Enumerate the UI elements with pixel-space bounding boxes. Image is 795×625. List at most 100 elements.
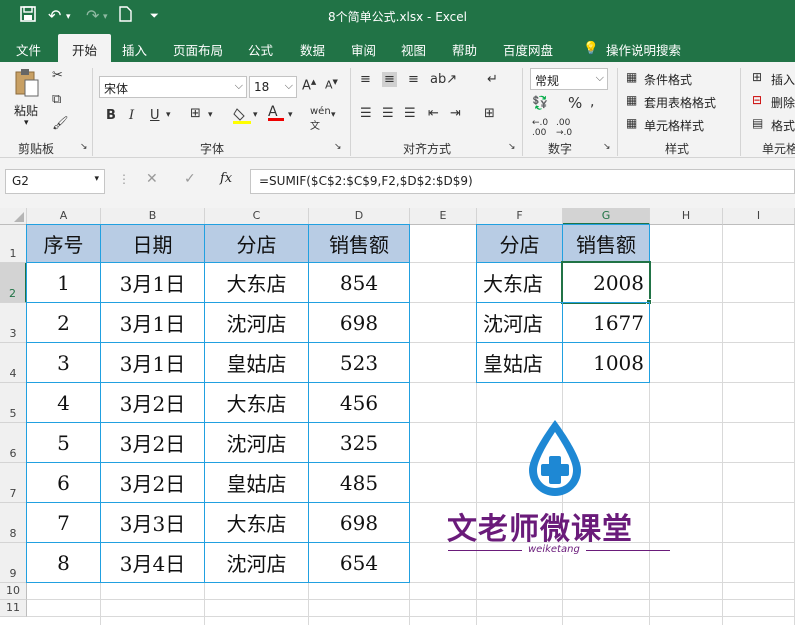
table1-data-cell[interactable]: 大东店 (204, 382, 309, 423)
formula-input[interactable]: =SUMIF($C$2:$C$9,F2,$D$2:$D$9) (250, 169, 795, 194)
tab-file[interactable]: 文件 (16, 40, 41, 59)
column-header-e[interactable]: E (410, 208, 477, 225)
table1-header-cell[interactable]: 销售额 (308, 224, 410, 263)
tab-help[interactable]: 帮助 (452, 40, 477, 59)
table1-data-cell[interactable]: 654 (308, 542, 410, 583)
table1-data-cell[interactable]: 7 (26, 502, 101, 543)
table2-data-cell[interactable]: 皇姑店 (476, 342, 563, 383)
border-icon[interactable]: ⊞ (190, 106, 201, 121)
table1-data-cell[interactable]: 456 (308, 382, 410, 423)
number-launcher-icon[interactable]: ↘ (603, 142, 611, 152)
cell-styles-button[interactable]: 单元格样式 (644, 117, 704, 134)
tab-view[interactable]: 视图 (401, 40, 426, 59)
align-center-icon[interactable]: ☰ (382, 106, 394, 121)
tab-formulas[interactable]: 公式 (248, 40, 273, 59)
bold-button[interactable]: B (106, 108, 116, 123)
table1-data-cell[interactable]: 4 (26, 382, 101, 423)
underline-button[interactable]: U (150, 108, 160, 123)
conditional-format-button[interactable]: 条件格式 (644, 71, 692, 88)
font-name-select[interactable]: 宋体 ⌵ (99, 76, 247, 98)
phonetic-guide-icon[interactable]: wén 文 (310, 106, 331, 132)
table1-data-cell[interactable]: 485 (308, 462, 410, 503)
table1-data-cell[interactable]: 698 (308, 302, 410, 343)
table2-data-cell[interactable]: 沈河店 (476, 302, 563, 343)
table1-data-cell[interactable]: 沈河店 (204, 422, 309, 463)
table1-data-cell[interactable]: 3月2日 (100, 422, 205, 463)
cancel-icon[interactable]: ✕ (146, 171, 158, 187)
table1-data-cell[interactable]: 2 (26, 302, 101, 343)
table1-data-cell[interactable]: 3月1日 (100, 342, 205, 383)
font-color-dropdown-icon[interactable]: ▾ (288, 110, 293, 120)
font-size-select[interactable]: 18 ⌵ (249, 76, 297, 98)
paste-dropdown-icon[interactable]: ▾ (24, 118, 29, 128)
table1-data-cell[interactable]: 皇姑店 (204, 342, 309, 383)
font-launcher-icon[interactable]: ↘ (334, 142, 342, 152)
table2-data-cell[interactable]: 大东店 (476, 262, 563, 303)
tab-page-layout[interactable]: 页面布局 (173, 40, 223, 59)
table1-data-cell[interactable]: 854 (308, 262, 410, 303)
row-header-5[interactable]: 5 (0, 383, 27, 423)
table1-data-cell[interactable]: 698 (308, 502, 410, 543)
increase-indent-icon[interactable]: ⇥ (450, 106, 461, 121)
column-header-c[interactable]: C (205, 208, 309, 225)
format-cells-icon[interactable]: ▤ (752, 116, 763, 130)
paste-icon[interactable] (14, 68, 40, 101)
format-cells-button[interactable]: 格式 (771, 117, 795, 134)
selected-cell-g2[interactable]: 2008 (561, 261, 651, 304)
wrap-text-icon[interactable]: ↵ (487, 72, 498, 87)
delete-cells-button[interactable]: 删除 (771, 94, 795, 111)
table1-data-cell[interactable]: 3月4日 (100, 542, 205, 583)
column-header-i[interactable]: I (723, 208, 795, 225)
column-header-f[interactable]: F (477, 208, 563, 225)
format-painter-icon[interactable]: 🖌 (52, 116, 69, 131)
select-all-corner[interactable] (0, 208, 27, 225)
tab-review[interactable]: 审阅 (351, 40, 376, 59)
table1-header-cell[interactable]: 序号 (26, 224, 101, 263)
align-right-icon[interactable]: ☰ (404, 106, 416, 121)
border-dropdown-icon[interactable]: ▾ (208, 110, 213, 120)
table1-data-cell[interactable]: 325 (308, 422, 410, 463)
row-header-8[interactable]: 8 (0, 503, 27, 543)
number-format-select[interactable]: 常规 ⌵ (530, 68, 608, 90)
table1-data-cell[interactable]: 523 (308, 342, 410, 383)
row-header-11[interactable]: 11 (0, 600, 27, 617)
align-middle-icon[interactable]: ≡ (382, 72, 397, 87)
row-header-7[interactable]: 7 (0, 463, 27, 503)
table1-data-cell[interactable]: 8 (26, 542, 101, 583)
font-color-icon[interactable]: A (268, 104, 284, 121)
insert-cells-button[interactable]: 插入 (771, 71, 795, 88)
delete-cells-icon[interactable]: ⊟ (752, 93, 762, 107)
table1-data-cell[interactable]: 3月3日 (100, 502, 205, 543)
table1-data-cell[interactable]: 沈河店 (204, 302, 309, 343)
cut-icon[interactable]: ✂ (52, 68, 63, 83)
enter-icon[interactable]: ✓ (184, 171, 196, 187)
name-box[interactable]: G2 ▾ (5, 169, 105, 194)
column-header-h[interactable]: H (650, 208, 723, 225)
fill-color-dropdown-icon[interactable]: ▾ (253, 110, 258, 120)
table1-data-cell[interactable]: 6 (26, 462, 101, 503)
format-as-table-icon[interactable]: ▦ (626, 93, 637, 107)
column-header-d[interactable]: D (309, 208, 410, 225)
table1-data-cell[interactable]: 3月2日 (100, 462, 205, 503)
row-header-2[interactable]: 2 (0, 263, 27, 303)
tab-insert[interactable]: 插入 (122, 40, 147, 59)
row-header-10[interactable]: 10 (0, 583, 27, 600)
row-header-6[interactable]: 6 (0, 423, 27, 463)
alignment-launcher-icon[interactable]: ↘ (508, 142, 516, 152)
tab-data[interactable]: 数据 (300, 40, 325, 59)
cell-styles-icon[interactable]: ▦ (626, 116, 637, 130)
row-header-1[interactable]: 1 (0, 225, 27, 263)
table1-data-cell[interactable]: 沈河店 (204, 542, 309, 583)
tab-baidu-netdisk[interactable]: 百度网盘 (503, 40, 553, 59)
insert-cells-icon[interactable]: ⊞ (752, 70, 762, 84)
align-left-icon[interactable]: ☰ (360, 106, 372, 121)
percent-button[interactable]: % (568, 94, 582, 112)
comma-style-icon[interactable]: , (590, 94, 594, 110)
copy-icon[interactable]: ⧉ (52, 92, 61, 107)
table1-data-cell[interactable]: 5 (26, 422, 101, 463)
insert-function-button[interactable]: fx (220, 171, 232, 186)
table1-data-cell[interactable]: 大东店 (204, 262, 309, 303)
table1-data-cell[interactable]: 1 (26, 262, 101, 303)
column-header-b[interactable]: B (101, 208, 205, 225)
table1-data-cell[interactable]: 3月2日 (100, 382, 205, 423)
